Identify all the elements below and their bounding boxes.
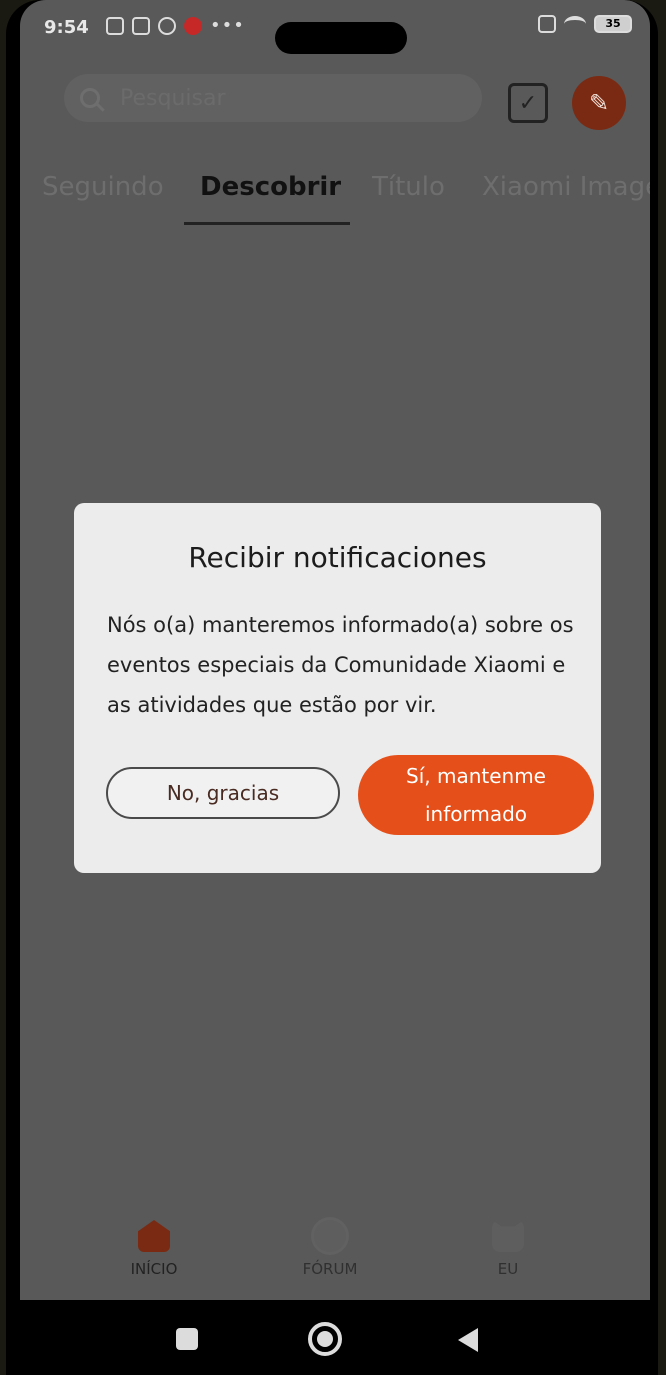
top-bar: ✓ ✎	[20, 68, 650, 130]
nfc-icon	[106, 16, 124, 35]
active-tab-indicator	[184, 222, 350, 225]
home-icon	[138, 1220, 170, 1252]
recent-apps-icon[interactable]	[176, 1328, 198, 1350]
tab-seguindo[interactable]: Seguindo	[42, 172, 164, 202]
home-circle-icon[interactable]	[308, 1322, 342, 1356]
calendar-check-icon[interactable]: ✓	[508, 83, 548, 123]
dialog-body: Nós o(a) manteremos informado(a) sobre o…	[107, 613, 574, 717]
nav-item-inicio[interactable]: INÍCIO	[106, 1220, 202, 1278]
app-screen: 9:54 ••• 35 ✓ ✎ Seguind	[20, 0, 650, 1300]
notification-dialog: Recibir notificaciones Nós o(a) manterem…	[74, 503, 601, 873]
nav-label-forum: FÓRUM	[302, 1260, 358, 1278]
accept-button[interactable]: Sí, mantenme informado	[358, 755, 594, 835]
decline-button[interactable]: No, gracias	[106, 767, 340, 819]
profile-icon	[492, 1220, 524, 1252]
search-input[interactable]	[118, 84, 442, 112]
camera-notch	[275, 22, 407, 54]
tab-bar: Seguindo Descobrir Título Xiaomi Image	[20, 160, 650, 230]
no-sim-icon	[538, 15, 556, 33]
status-bar: 9:54 ••• 35	[20, 0, 650, 58]
planet-icon	[314, 1220, 346, 1252]
app-notification-icon	[184, 16, 202, 35]
device-frame: 9:54 ••• 35 ✓ ✎ Seguind	[6, 0, 658, 1375]
back-triangle-icon[interactable]	[458, 1328, 478, 1352]
dialog-title: Recibir notificaciones	[188, 541, 487, 574]
gear-icon	[158, 16, 176, 35]
status-time: 9:54	[44, 17, 89, 38]
search-bar[interactable]	[64, 74, 482, 122]
tab-descobrir[interactable]: Descobrir	[200, 172, 341, 202]
status-icons-right: 35	[538, 15, 632, 33]
system-navigation-bar	[6, 1300, 658, 1375]
bottom-navigation: INÍCIO FÓRUM EU	[20, 1200, 650, 1300]
more-dots-icon: •••	[210, 15, 245, 36]
tab-xiaomi-image[interactable]: Xiaomi Image	[482, 172, 650, 202]
battery-icon: 35	[594, 15, 632, 33]
sim-icon	[132, 16, 150, 35]
pencil-icon[interactable]: ✎	[572, 76, 626, 130]
nav-item-eu[interactable]: EU	[460, 1220, 556, 1278]
status-icons-left: •••	[106, 15, 245, 36]
nav-label-inicio: INÍCIO	[130, 1260, 178, 1278]
wifi-icon	[564, 16, 586, 32]
tab-titulo[interactable]: Título	[372, 172, 445, 202]
search-icon	[80, 88, 100, 108]
nav-item-forum[interactable]: FÓRUM	[282, 1220, 378, 1278]
nav-label-eu: EU	[497, 1260, 519, 1278]
